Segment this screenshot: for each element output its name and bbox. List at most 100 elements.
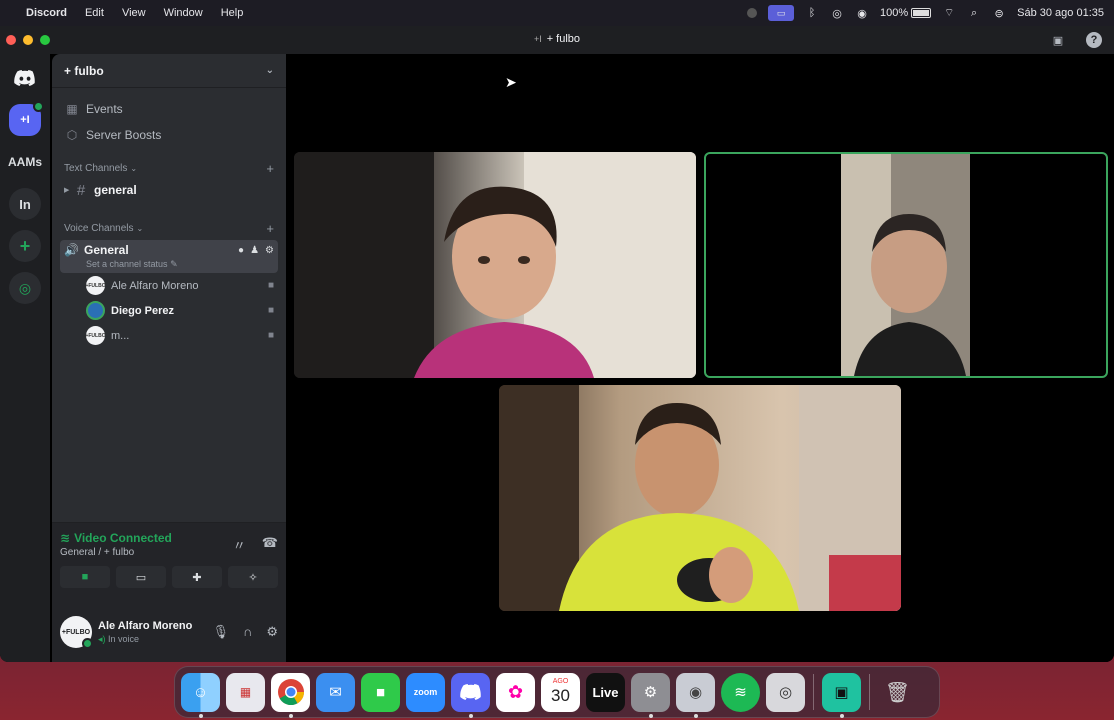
facetime-icon[interactable]: ■	[361, 672, 400, 712]
category-text-channels[interactable]: Text Channels ⌄ +	[52, 158, 286, 178]
soundboard-icon: ✧	[248, 571, 258, 584]
chrome-logo-icon	[277, 679, 304, 706]
server-aams[interactable]: AAMs	[5, 146, 45, 178]
server-name: + fulbo	[64, 63, 104, 78]
spotify-icon[interactable]: ≋	[721, 672, 760, 712]
screenshot-icon[interactable]: ◎	[766, 672, 805, 712]
codeshot-icon[interactable]: ▣	[822, 672, 861, 718]
video-stage: ➤	[288, 54, 1114, 662]
running-indicator	[648, 713, 653, 718]
screen-share-button[interactable]: ▭	[116, 566, 166, 588]
disk-utility-icon[interactable]: ◉	[676, 672, 715, 718]
user-status: ◂) In voice	[98, 634, 192, 645]
server-in[interactable]: In	[9, 188, 41, 220]
voice-user[interactable]: Diego Perez ■	[52, 298, 286, 323]
sidebar-item-events[interactable]: ▦ Events	[52, 96, 286, 122]
chrome-icon[interactable]	[271, 672, 310, 718]
invite-icon[interactable]: ♟	[250, 245, 259, 256]
calendar-icon[interactable]: AGO 30	[541, 672, 580, 712]
chat-icon[interactable]: ●	[238, 245, 244, 256]
title-actions: ▣ ?	[1050, 32, 1102, 48]
category-voice-channels[interactable]: Voice Channels ⌄ +	[52, 218, 286, 238]
discord-logo-icon	[14, 70, 35, 86]
launchpad-icon[interactable]: ▦	[226, 672, 265, 712]
trash-icon[interactable]: 🗑	[878, 673, 917, 712]
add-channel-icon[interactable]: +	[266, 161, 274, 176]
running-indicator	[198, 713, 203, 718]
discord-home-icon[interactable]	[9, 62, 41, 94]
video-tile-speaking[interactable]	[704, 152, 1108, 378]
server-header[interactable]: + fulbo ⌄	[52, 54, 286, 88]
menu-help[interactable]: Help	[221, 7, 244, 19]
menu-discord[interactable]: Discord	[26, 7, 67, 19]
video-tile[interactable]	[499, 385, 901, 611]
inbox-icon[interactable]: ▣	[1050, 32, 1066, 48]
account-icon[interactable]: ◎	[830, 6, 844, 20]
minimize-window-button[interactable]	[23, 35, 33, 45]
calendar-month: AGO	[552, 678, 569, 685]
noise-suppression-icon[interactable]: 〃	[233, 535, 246, 554]
close-window-button[interactable]	[6, 35, 16, 45]
battery-indicator[interactable]: 100%	[880, 7, 932, 19]
explore-icon[interactable]: ◎	[9, 272, 41, 304]
dock-separator	[869, 674, 870, 710]
menu-bar: Discord Edit View Window Help ▭ ᛒ ◎ ◉ 10…	[0, 0, 1114, 26]
search-icon[interactable]: ⌕	[967, 6, 981, 20]
voice-status-icon: ◂)	[98, 633, 109, 644]
voice-channel-general[interactable]: 🔊 General ● ♟ ⚙ Set a channel status ✎	[60, 240, 278, 273]
channel-sidebar: + fulbo ⌄ ▦ Events ⬡ Server Boosts Text …	[52, 54, 286, 662]
mail-icon[interactable]: ✉	[316, 672, 355, 712]
menu-view[interactable]: View	[122, 7, 146, 19]
zoom-window-button[interactable]	[40, 35, 50, 45]
server-badge	[33, 101, 44, 112]
signal-icon: ≋	[60, 531, 71, 545]
live-icon[interactable]: Live	[586, 672, 625, 712]
menu-edit[interactable]: Edit	[85, 7, 104, 19]
channel-general[interactable]: ▶ # general	[60, 178, 278, 202]
chevron-down-icon: ⌄	[265, 65, 274, 76]
system-settings-icon[interactable]: ⚙	[631, 672, 670, 718]
finder-icon[interactable]: ☺	[181, 672, 220, 718]
voice-connected-subtitle[interactable]: General / + fulbo	[60, 547, 172, 558]
help-icon[interactable]: ?	[1086, 32, 1102, 48]
photos-icon[interactable]: ✿	[496, 672, 535, 712]
sidebar-item-boosts[interactable]: ⬡ Server Boosts	[52, 122, 286, 148]
discord-window: +I + fulbo ▣ ? +I AAMs In + ◎ + fulbo ⌄ ▦…	[0, 26, 1114, 662]
voice-user[interactable]: +FULBO m... ■	[52, 323, 286, 348]
avatar[interactable]: +FULBO	[60, 616, 93, 649]
camera-button[interactable]: ■	[60, 566, 110, 588]
headphones-icon[interactable]: ∩	[243, 624, 252, 640]
microphone-icon[interactable]: 🎙	[212, 624, 229, 640]
running-indicator	[693, 713, 698, 718]
activity-button[interactable]: ✚	[172, 566, 222, 588]
user-info[interactable]: Ale Alfaro Moreno ◂) In voice	[98, 620, 192, 645]
voice-connected-title[interactable]: ≋ Video Connected	[60, 531, 172, 545]
server-fulbo[interactable]: +I	[9, 101, 44, 136]
soundboard-button[interactable]: ✧	[228, 566, 278, 588]
recording-dot-icon[interactable]	[747, 8, 757, 18]
voice-user[interactable]: +FULBO Ale Alfaro Moreno ■	[52, 273, 286, 298]
zoom-icon[interactable]: zoom	[406, 672, 445, 712]
channel-name: general	[94, 183, 137, 197]
add-channel-icon[interactable]: +	[266, 221, 274, 236]
control-center-icon[interactable]: ⊜	[992, 6, 1006, 20]
video-tile[interactable]	[294, 152, 696, 378]
disconnect-icon[interactable]: ☎	[262, 535, 278, 554]
gear-icon[interactable]: ⚙	[265, 245, 274, 256]
discord-logo-icon	[459, 684, 481, 700]
screen-share-icon[interactable]: ▭	[768, 5, 794, 21]
channel-status[interactable]: Set a channel status ✎	[64, 259, 274, 270]
mouse-cursor-icon: ➤	[505, 74, 517, 90]
avatar: +FULBO	[85, 326, 106, 345]
discord-dock-icon[interactable]	[451, 672, 490, 718]
gear-icon[interactable]: ⚙	[266, 624, 278, 640]
pencil-icon: ✎	[170, 259, 178, 269]
menu-window[interactable]: Window	[164, 7, 203, 19]
battery-icon	[911, 8, 932, 18]
airdrop-icon[interactable]: ◉	[855, 6, 869, 20]
wifi-icon[interactable]: ⌔	[942, 6, 956, 20]
menubar-clock[interactable]: Sáb 30 ago 01:35	[1017, 7, 1104, 19]
bluetooth-icon[interactable]: ᛒ	[805, 6, 819, 20]
add-server-icon[interactable]: +	[9, 230, 41, 262]
server-fulbo-label: +I	[20, 114, 30, 126]
